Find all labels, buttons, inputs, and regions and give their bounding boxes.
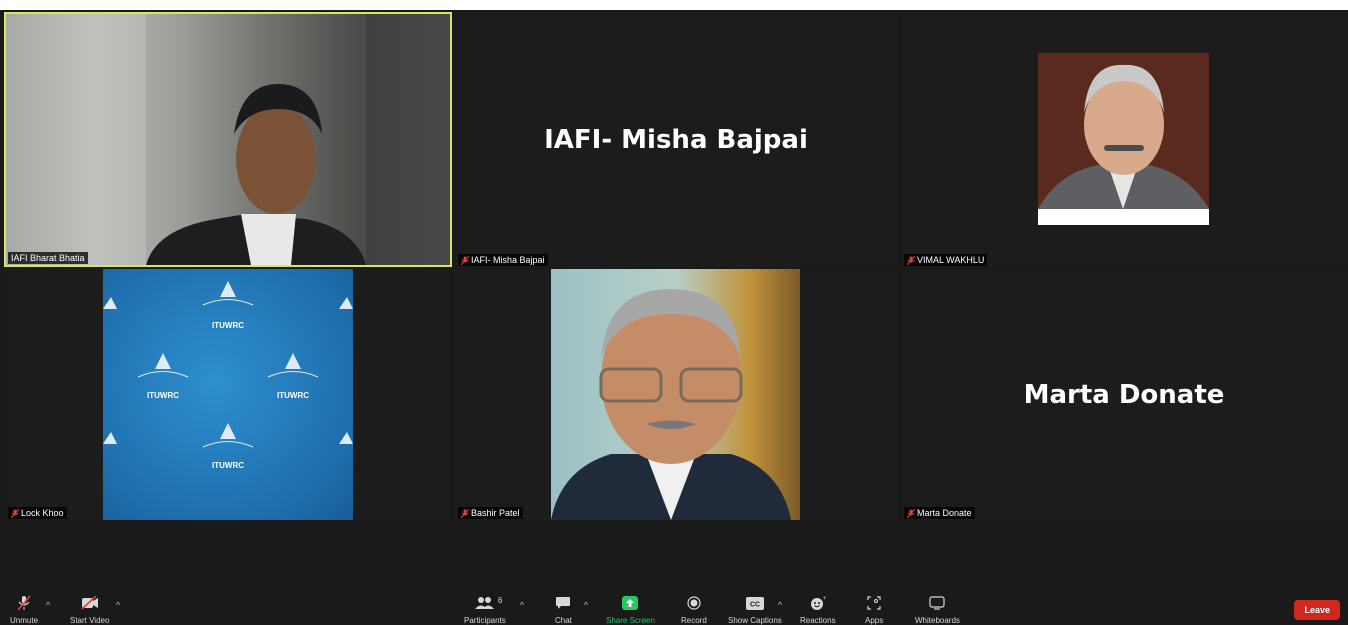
apps-button[interactable]: Apps [865, 594, 883, 625]
mic-muted-icon [461, 508, 469, 518]
participant-name-tag: IAFI Bharat Bhatia [8, 252, 88, 264]
captions-options-caret-icon[interactable]: ^ [778, 600, 782, 610]
participant-name: Lock Khoo [21, 508, 64, 518]
share-screen-icon [622, 594, 639, 612]
person-silhouette [6, 14, 450, 265]
window-top-bar [0, 0, 1348, 10]
mic-muted-icon [11, 508, 19, 518]
participants-options-caret-icon[interactable]: ^ [520, 600, 524, 610]
chat-options-caret-icon[interactable]: ^ [584, 600, 588, 610]
video-off-icon [81, 594, 99, 612]
whiteboards-button[interactable]: Whiteboards [915, 594, 960, 625]
mic-muted-icon [907, 255, 915, 265]
participant-display-name: IAFI- Misha Bajpai [544, 124, 808, 155]
mic-off-icon [16, 594, 32, 612]
backdrop-logo-text: ITUWRC [212, 321, 244, 330]
participant-name: Marta Donate [917, 508, 972, 518]
participant-name-tag: Lock Khoo [8, 507, 67, 519]
chat-button[interactable]: Chat [555, 594, 572, 625]
captions-icon: CC [745, 594, 764, 612]
whiteboard-icon [929, 594, 946, 612]
audio-options-caret-icon[interactable]: ^ [46, 600, 50, 610]
leave-button[interactable]: Leave [1294, 600, 1340, 620]
chat-icon [555, 594, 571, 612]
participants-count: 6 [498, 596, 503, 605]
record-icon [687, 594, 701, 612]
video-tile-bharat-bhatia[interactable]: IAFI Bharat Bhatia [4, 12, 452, 267]
mic-muted-icon [461, 255, 469, 265]
participant-name: IAFI Bharat Bhatia [11, 253, 85, 263]
video-tile-misha-bajpai[interactable]: IAFI- Misha Bajpai IAFI- Misha Bajpai [454, 12, 898, 267]
participant-name-tag: IAFI- Misha Bajpai [458, 254, 548, 266]
apps-icon [867, 594, 881, 612]
video-tile-vimal-wakhlu[interactable]: VIMAL WAKHLU [900, 12, 1348, 267]
mic-muted-icon [907, 508, 915, 518]
video-grid: IAFI Bharat Bhatia IAFI- Misha Bajpai IA… [0, 10, 1348, 520]
share-screen-button[interactable]: Share Screen [606, 594, 655, 625]
video-options-caret-icon[interactable]: ^ [116, 600, 120, 610]
participant-video [551, 269, 800, 520]
record-button[interactable]: Record [681, 594, 707, 625]
show-captions-button[interactable]: CC Show Captions [728, 594, 782, 625]
participant-name-tag: Marta Donate [904, 507, 975, 519]
backdrop-logo-text: ITUWRC [212, 461, 244, 470]
svg-text:CC: CC [750, 601, 760, 608]
participant-video: ITUWRC ITUWRC ITUWRC ITUWRC [103, 269, 353, 520]
video-tile-marta-donate[interactable]: Marta Donate Marta Donate [900, 269, 1348, 520]
participant-video [1038, 53, 1209, 225]
svg-text:+: + [823, 596, 826, 602]
unmute-button[interactable]: Unmute [10, 594, 38, 625]
participants-icon [474, 594, 495, 612]
participant-name: VIMAL WAKHLU [917, 255, 985, 265]
participant-video [6, 14, 450, 265]
person-portrait [551, 289, 791, 520]
video-tile-lock-khoo[interactable]: ITUWRC ITUWRC ITUWRC ITUWRC Lock Khoo [4, 269, 452, 520]
meeting-toolbar: Unmute ^ Start Video ^ Participants 6 ^ … [0, 520, 1348, 625]
participant-display-name: Marta Donate [1023, 379, 1225, 410]
video-tile-bashir-patel[interactable]: Bashir Patel [454, 269, 898, 520]
reactions-button[interactable]: + Reactions [800, 594, 836, 625]
participant-name-tag: VIMAL WAKHLU [904, 254, 988, 266]
participant-name: Bashir Patel [471, 508, 520, 518]
backdrop-logo-text: ITUWRC [277, 391, 309, 400]
start-video-button[interactable]: Start Video [70, 594, 109, 625]
person-portrait [1038, 53, 1209, 209]
participant-name: IAFI- Misha Bajpai [471, 255, 545, 265]
participant-name-tag: Bashir Patel [458, 507, 523, 519]
backdrop-logo-text: ITUWRC [147, 391, 179, 400]
reactions-icon: + [810, 594, 826, 612]
